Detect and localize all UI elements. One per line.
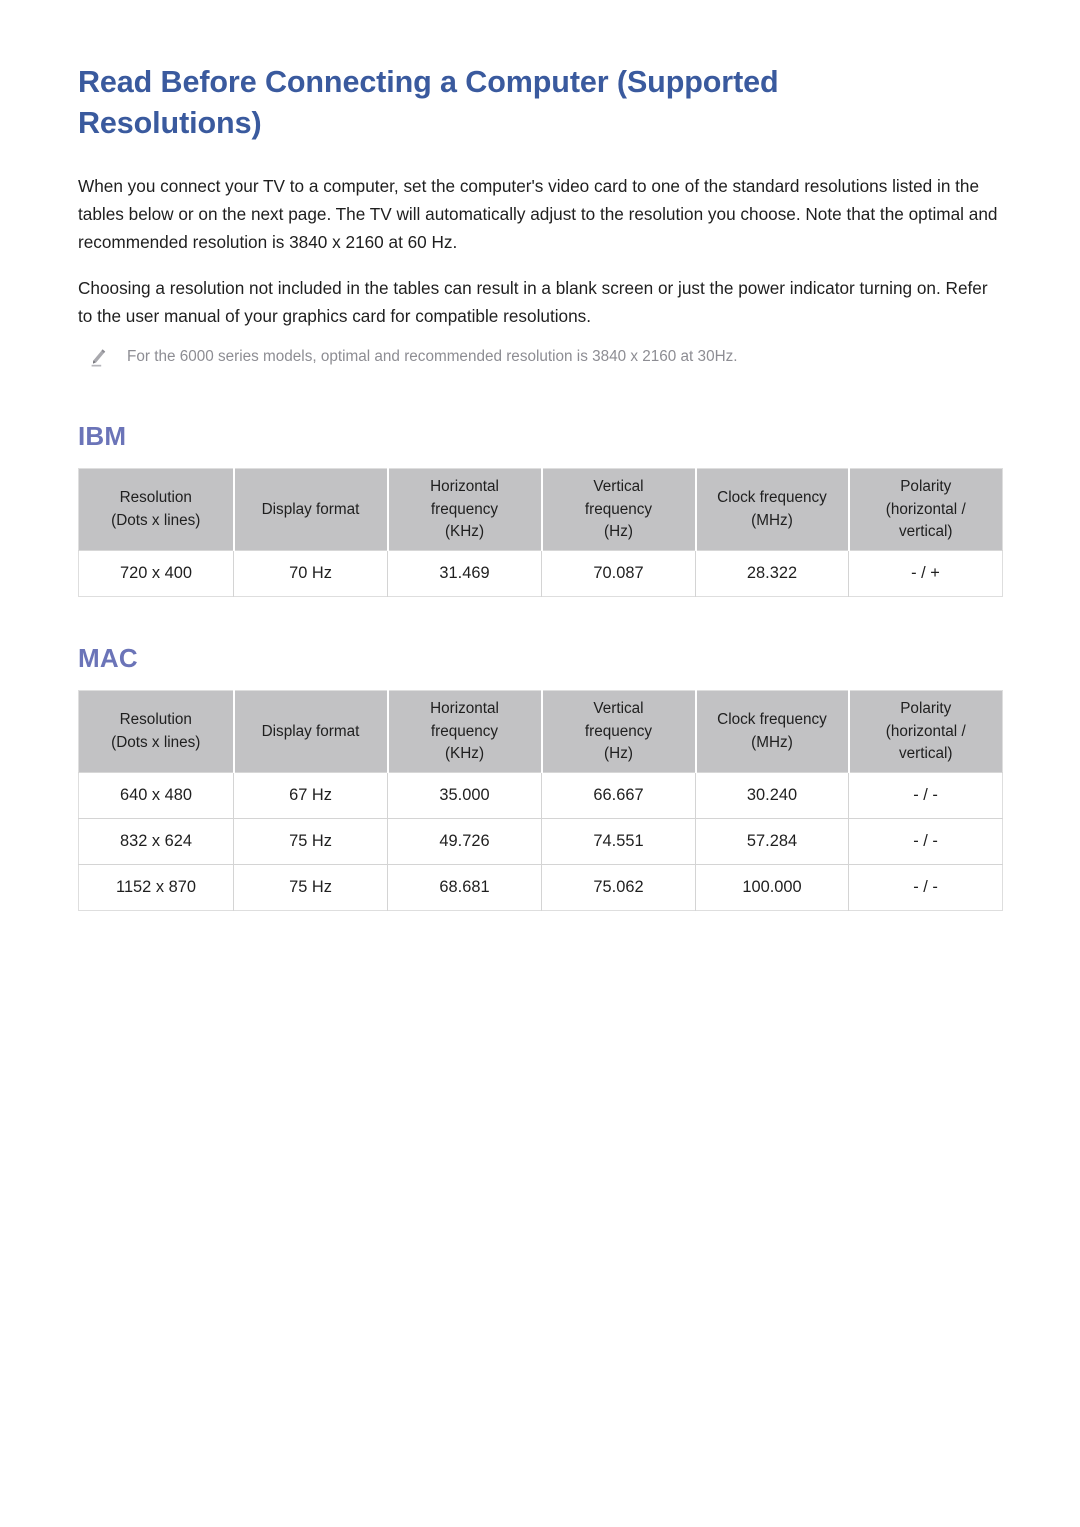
header-line-1: Polarity (900, 477, 952, 495)
header-line-3: vertical) (898, 523, 953, 541)
cell-display-format: 75 Hz (233, 864, 388, 911)
cell-display-format: 70 Hz (233, 550, 388, 597)
header-line-2: (MHz) (751, 511, 793, 529)
cell-resolution: 1152 x 870 (78, 864, 234, 911)
table-header-row-mac: Resolution (Dots x lines) Display format… (78, 690, 1003, 774)
cell-vertical-frequency: 66.667 (541, 772, 696, 819)
column-header-resolution: Resolution (Dots x lines) (78, 690, 235, 774)
column-header-vertical-frequency: Vertical frequency (Hz) (541, 690, 697, 774)
cell-polarity: - / - (848, 818, 1003, 865)
page-title: Read Before Connecting a Computer (Suppo… (78, 65, 779, 140)
header-line-2: (Dots x lines) (111, 733, 201, 751)
cell-vertical-frequency: 74.551 (541, 818, 696, 865)
cell-clock-frequency: 28.322 (695, 550, 849, 597)
cell-vertical-frequency: 75.062 (541, 864, 696, 911)
cell-display-format: 67 Hz (233, 772, 388, 819)
header-line-3: (KHz) (444, 745, 485, 763)
cell-polarity: - / + (848, 550, 1003, 597)
header-line-1: Clock frequency (717, 711, 827, 729)
cell-resolution: 832 x 624 (78, 818, 234, 865)
table-row: 1152 x 870 75 Hz 68.681 75.062 100.000 -… (78, 864, 1003, 911)
header-line-1: Resolution (119, 711, 192, 729)
header-line-2: (Dots x lines) (111, 511, 201, 529)
header-line-1: Display format (261, 500, 360, 518)
header-line-2: frequency (584, 500, 653, 518)
header-line-2: frequency (430, 722, 499, 740)
header-line-2: frequency (584, 722, 653, 740)
cell-polarity: - / - (848, 772, 1003, 819)
cell-clock-frequency: 57.284 (695, 818, 849, 865)
header-line-1: Vertical (593, 699, 644, 717)
header-line-2: frequency (430, 500, 499, 518)
header-line-2: (MHz) (751, 733, 793, 751)
header-line-1: Vertical (593, 477, 644, 495)
cell-clock-frequency: 100.000 (695, 864, 849, 911)
cell-resolution: 640 x 480 (78, 772, 234, 819)
cell-display-format: 75 Hz (233, 818, 388, 865)
header-line-3: (KHz) (444, 523, 485, 541)
cell-clock-frequency: 30.240 (695, 772, 849, 819)
cell-horizontal-frequency: 49.726 (387, 818, 542, 865)
note-text: For the 6000 series models, optimal and … (127, 348, 738, 366)
column-header-polarity: Polarity (horizontal / vertical) (848, 690, 1003, 774)
header-line-1: Resolution (119, 489, 192, 507)
pencil-icon (89, 348, 107, 368)
table-row: 832 x 624 75 Hz 49.726 74.551 57.284 - /… (78, 818, 1003, 865)
header-line-3: (Hz) (604, 523, 633, 541)
intro-paragraph-1: When you connect your TV to a computer, … (78, 176, 998, 252)
cell-horizontal-frequency: 31.469 (387, 550, 542, 597)
column-header-display-format: Display format (233, 468, 389, 552)
header-line-1: Clock frequency (717, 489, 827, 507)
note-callout: For the 6000 series models, optimal and … (78, 346, 1002, 369)
header-line-3: vertical) (898, 745, 953, 763)
cell-horizontal-frequency: 68.681 (387, 864, 542, 911)
cell-vertical-frequency: 70.087 (541, 550, 696, 597)
column-header-clock-frequency: Clock frequency (MHz) (695, 690, 850, 774)
header-line-1: Horizontal (430, 699, 499, 717)
column-header-horizontal-frequency: Horizontal frequency (KHz) (387, 690, 543, 774)
header-line-1: Polarity (900, 699, 952, 717)
cell-polarity: - / - (848, 864, 1003, 911)
cell-resolution: 720 x 400 (78, 550, 234, 597)
column-header-vertical-frequency: Vertical frequency (Hz) (541, 468, 697, 552)
column-header-resolution: Resolution (Dots x lines) (78, 468, 235, 552)
intro-paragraph-2: Choosing a resolution not included in th… (78, 277, 988, 326)
header-line-1: Horizontal (430, 477, 499, 495)
column-header-polarity: Polarity (horizontal / vertical) (848, 468, 1003, 552)
header-line-2: (horizontal / (885, 722, 966, 740)
resolution-table-ibm: Resolution (Dots x lines) Display format… (78, 468, 1003, 598)
header-line-2: (horizontal / (885, 500, 966, 518)
header-line-3: (Hz) (604, 745, 633, 763)
section-heading-mac: MAC (78, 643, 138, 674)
table-row: 720 x 400 70 Hz 31.469 70.087 28.322 - /… (78, 550, 1003, 597)
table-header-row-ibm: Resolution (Dots x lines) Display format… (78, 468, 1003, 552)
header-line-1: Display format (261, 722, 360, 740)
document-page: Read Before Connecting a Computer (Suppo… (0, 0, 1080, 1527)
resolution-table-mac: Resolution (Dots x lines) Display format… (78, 690, 1003, 912)
cell-horizontal-frequency: 35.000 (387, 772, 542, 819)
section-heading-ibm: IBM (78, 421, 127, 452)
column-header-clock-frequency: Clock frequency (MHz) (695, 468, 850, 552)
table-row: 640 x 480 67 Hz 35.000 66.667 30.240 - /… (78, 772, 1003, 819)
column-header-display-format: Display format (233, 690, 389, 774)
column-header-horizontal-frequency: Horizontal frequency (KHz) (387, 468, 543, 552)
